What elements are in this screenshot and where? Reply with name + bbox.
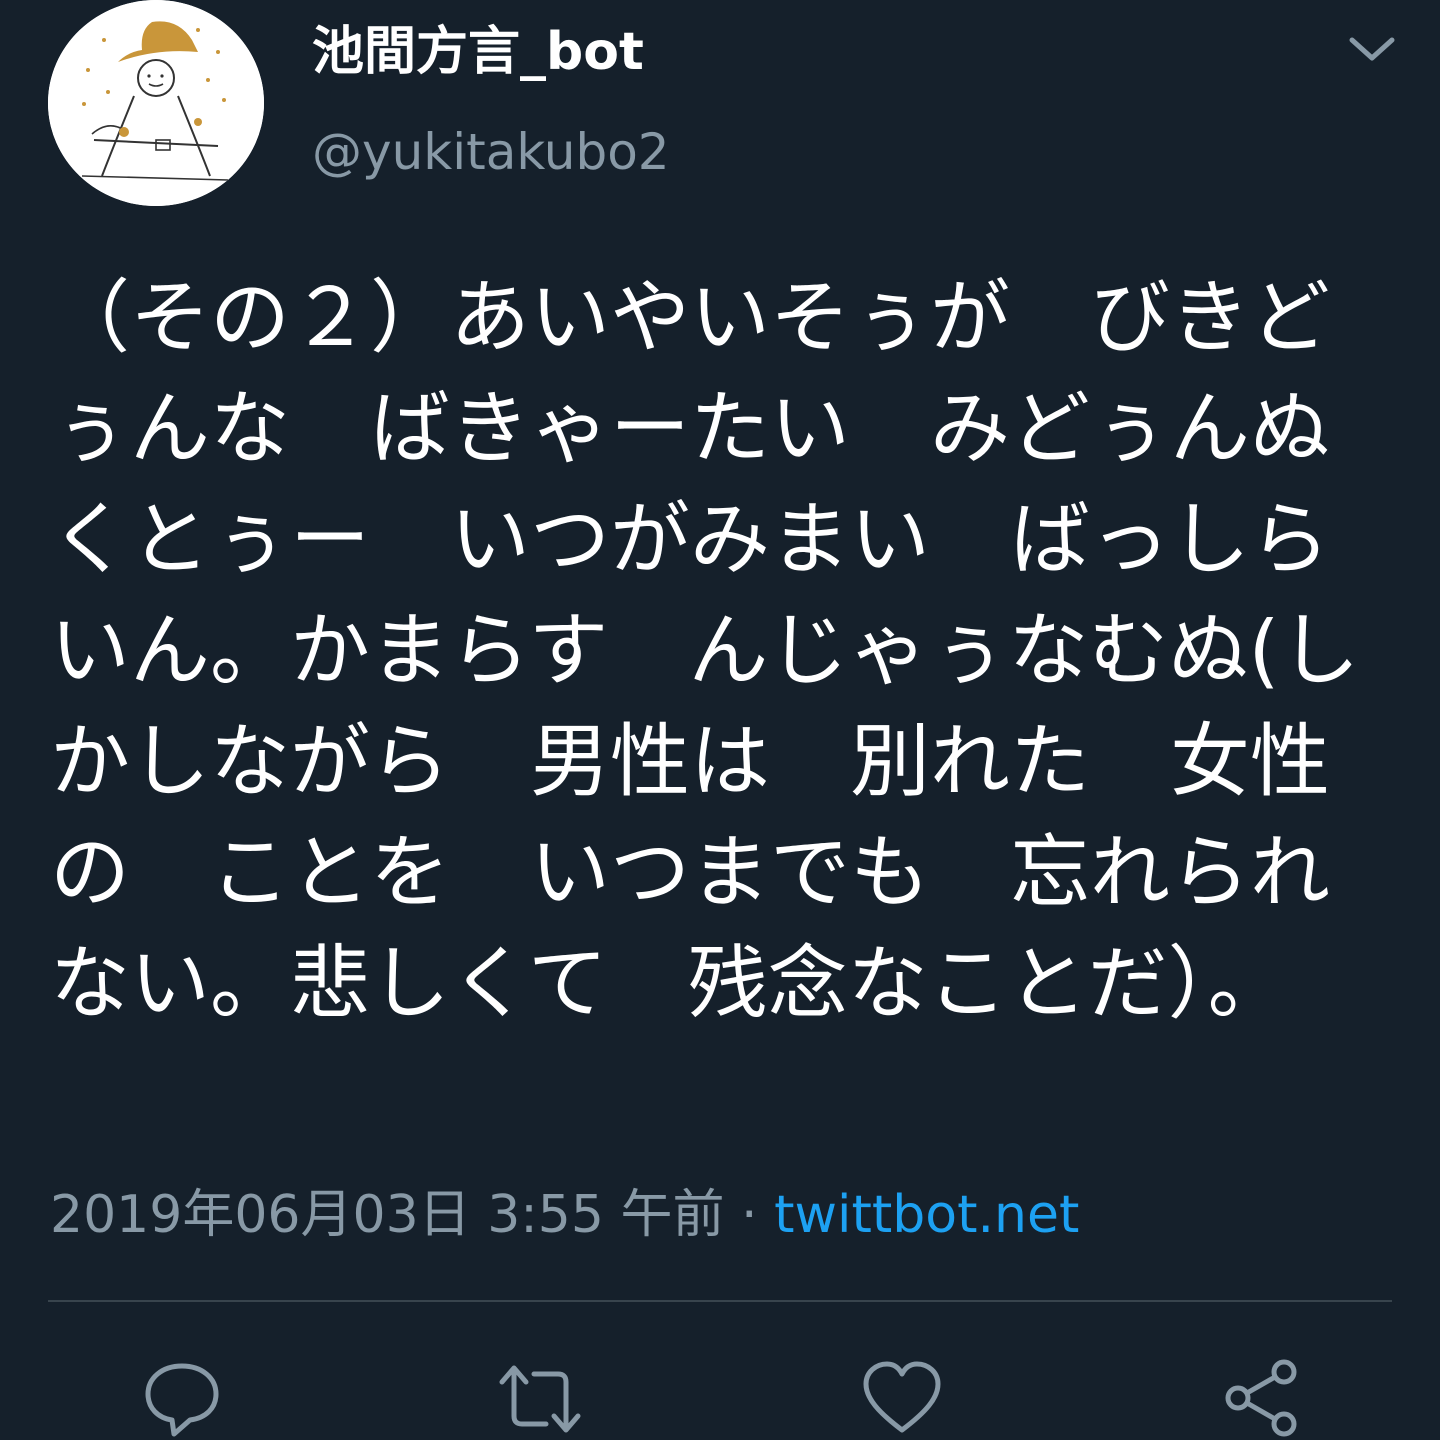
avatar-image: [48, 0, 264, 206]
reply-icon: [145, 1363, 219, 1437]
divider: [48, 1300, 1392, 1302]
share-button[interactable]: [1220, 1356, 1304, 1440]
retweet-icon: [499, 1365, 581, 1433]
heart-icon: [863, 1361, 941, 1433]
share-icon: [1225, 1359, 1297, 1437]
tweet-detail: 池間方言_bot @yukitakubo2 （その２）あいやいそぅが びきどぅん…: [0, 0, 1440, 1440]
like-button[interactable]: [860, 1356, 944, 1440]
tweet-timestamp[interactable]: 2019年06月03日 3:55 午前: [50, 1185, 725, 1245]
reply-button[interactable]: [140, 1356, 224, 1440]
avatar[interactable]: [48, 0, 264, 206]
author-display-name[interactable]: 池間方言_bot: [312, 20, 644, 84]
tweet-source-link[interactable]: twittbot.net: [774, 1185, 1079, 1245]
chevron-down-icon[interactable]: [1344, 24, 1400, 72]
tweet-text: （その２）あいやいそぅが びきどぅんな ばきゃーたい みどぅんぬ くとぅー いつ…: [50, 271, 1410, 1030]
tweet-meta: 2019年06月03日 3:55 午前 · twittbot.net: [50, 1180, 1079, 1250]
author-handle[interactable]: @yukitakubo2: [312, 120, 670, 184]
retweet-button[interactable]: [498, 1356, 582, 1440]
meta-separator: ·: [724, 1185, 775, 1245]
